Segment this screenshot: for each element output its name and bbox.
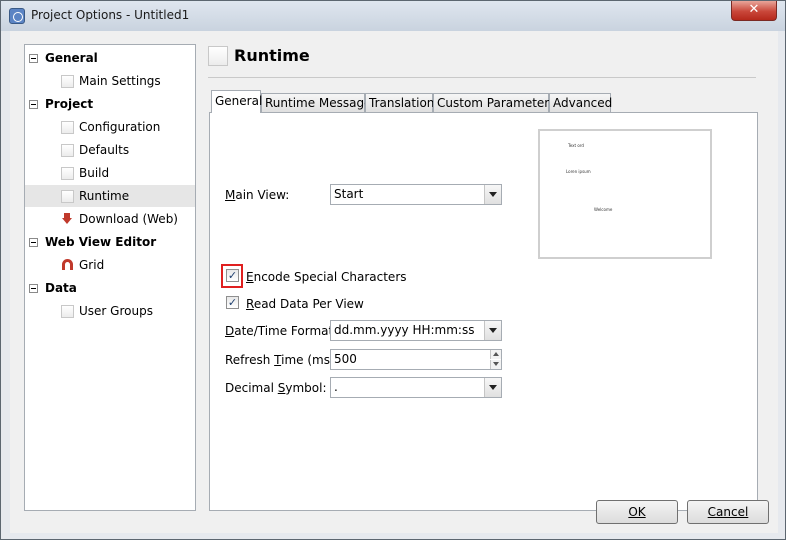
page-icon	[61, 167, 74, 180]
window-title: Project Options - Untitled1	[31, 8, 190, 22]
tree-item-defaults[interactable]: Defaults	[25, 139, 195, 161]
tree-group-project[interactable]: Project	[25, 93, 195, 115]
tree-group-general[interactable]: General	[25, 47, 195, 69]
tree-item-label: Runtime	[79, 189, 130, 203]
tree-group-data[interactable]: Data	[25, 277, 195, 299]
main-view-value: Start	[334, 187, 364, 201]
tree-group-label: Project	[45, 97, 94, 111]
tree-group-label: General	[45, 51, 98, 65]
tree-item-label: Build	[79, 166, 110, 180]
tree-item-grid[interactable]: Grid	[25, 254, 195, 276]
preview-text: Text ord	[568, 143, 584, 148]
datetime-format-label: Date/Time Format:	[225, 324, 338, 338]
ok-button-label: OK	[628, 505, 646, 519]
cancel-button-label: Cancel	[707, 505, 749, 519]
refresh-time-spinner[interactable]: 500	[330, 349, 502, 370]
collapse-icon[interactable]	[29, 54, 38, 63]
tab-general[interactable]: General	[211, 90, 262, 113]
tree-item-label: Download (Web)	[79, 212, 178, 226]
decimal-symbol-select[interactable]: .	[330, 377, 502, 398]
datetime-format-select[interactable]: dd.mm.yyyy HH:mm:ss	[330, 320, 502, 341]
tree-group-web-view-editor[interactable]: Web View Editor	[25, 231, 195, 253]
tree-item-label: User Groups	[79, 304, 153, 318]
main-view-preview: Text ord Loren ipsum Welcome	[538, 129, 712, 259]
refresh-time-value: 500	[334, 352, 357, 366]
decimal-symbol-label: Decimal Symbol:	[225, 381, 327, 395]
read-data-per-view-checkbox[interactable]: ✓	[226, 296, 239, 309]
tree-group-label: Data	[45, 281, 77, 295]
encode-special-checkbox[interactable]: ✓	[226, 269, 239, 282]
preview-text: Loren ipsum	[566, 169, 591, 174]
decimal-symbol-value: .	[334, 380, 338, 394]
project-options-window: Project Options - Untitled1 ✕ General Ma…	[0, 0, 786, 540]
close-button[interactable]: ✕	[731, 1, 777, 21]
tab-runtime-message[interactable]: Runtime Message	[261, 93, 372, 113]
app-icon	[9, 8, 25, 24]
dialog-client: General Main Settings Project Configurat…	[10, 31, 778, 533]
ok-button[interactable]: OK	[596, 500, 678, 524]
tree-item-label: Main Settings	[79, 74, 161, 88]
download-icon	[62, 213, 72, 225]
page-icon	[61, 121, 74, 134]
tree-group-label: Web View Editor	[45, 235, 157, 249]
tree-item-user-groups[interactable]: User Groups	[25, 300, 195, 322]
cancel-button[interactable]: Cancel	[687, 500, 769, 524]
collapse-icon[interactable]	[29, 238, 38, 247]
spin-down-icon[interactable]	[490, 360, 501, 369]
options-tree: General Main Settings Project Configurat…	[24, 44, 196, 511]
tab-translation[interactable]: Translation	[365, 93, 434, 113]
page-icon	[61, 190, 74, 203]
tab-custom-parameters[interactable]: Custom Parameters	[433, 93, 555, 113]
dropdown-arrow-icon[interactable]	[484, 321, 501, 340]
magnet-icon	[62, 259, 73, 270]
tab-advanced[interactable]: Advanced	[549, 93, 612, 113]
refresh-time-label: Refresh Time (ms):	[225, 353, 339, 367]
tree-item-label: Configuration	[79, 120, 161, 134]
dropdown-arrow-icon[interactable]	[484, 378, 501, 397]
page-icon	[61, 144, 74, 157]
spin-up-icon[interactable]	[490, 350, 501, 359]
page-header-icon	[208, 46, 228, 66]
tree-item-runtime[interactable]: Runtime	[25, 185, 195, 207]
tree-item-download-web[interactable]: Download (Web)	[25, 208, 195, 230]
preview-text: Welcome	[594, 207, 613, 212]
tree-item-build[interactable]: Build	[25, 162, 195, 184]
collapse-icon[interactable]	[29, 284, 38, 293]
collapse-icon[interactable]	[29, 100, 38, 109]
tree-item-main-settings[interactable]: Main Settings	[25, 70, 195, 92]
main-view-label-rest: ain View:	[235, 188, 290, 202]
page-icon	[61, 305, 74, 318]
main-view-label: Main View:	[225, 188, 290, 202]
encode-special-label: Encode Special Characters	[246, 270, 407, 284]
header-divider	[208, 77, 756, 78]
tree-item-label: Grid	[79, 258, 105, 272]
main-view-select[interactable]: Start	[330, 184, 502, 205]
dropdown-arrow-icon[interactable]	[484, 185, 501, 204]
page-icon	[61, 75, 74, 88]
title-bar: Project Options - Untitled1 ✕	[1, 1, 785, 31]
read-data-per-view-label: Read Data Per View	[246, 297, 364, 311]
tree-item-label: Defaults	[79, 143, 130, 157]
page-title: Runtime	[234, 46, 310, 65]
datetime-format-value: dd.mm.yyyy HH:mm:ss	[334, 323, 475, 337]
tree-item-configuration[interactable]: Configuration	[25, 116, 195, 138]
